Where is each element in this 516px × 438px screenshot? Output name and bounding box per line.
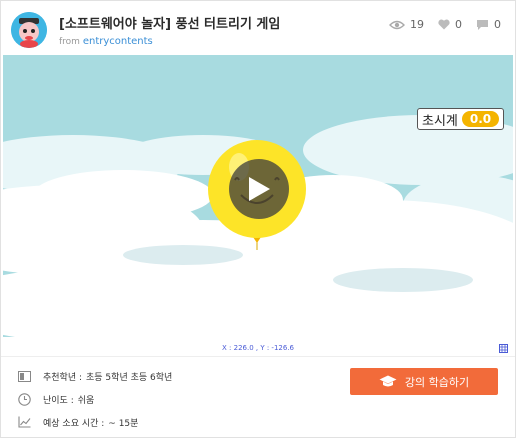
heart-icon[interactable]: [438, 19, 450, 30]
grade-value: 초등 5학년 초등 6학년: [86, 372, 173, 383]
mouse-coordinates: X : 226.0 , Y : -126.6: [222, 344, 294, 352]
difficulty-value: 쉬움: [77, 395, 95, 406]
difficulty-label: 난이도 :: [43, 395, 74, 406]
game-stage[interactable]: 초시계 0.0: [3, 55, 513, 337]
eye-icon: [389, 20, 405, 29]
time-row: 예상 소요 시간 : ~ 15분: [17, 412, 172, 432]
stats-bar: 19 0 0: [389, 18, 501, 31]
comment-icon[interactable]: [476, 19, 489, 31]
card-header: [소프트웨어야 놀자] 풍선 터트리기 게임 from entrycontent…: [1, 1, 515, 55]
grade-label: 추천학년 :: [43, 372, 83, 383]
play-icon[interactable]: [246, 175, 272, 203]
avatar[interactable]: [11, 12, 47, 48]
time-label: 예상 소요 시간 :: [43, 418, 105, 429]
difficulty-row: 난이도 : 쉬움: [17, 389, 172, 409]
timer-widget: 초시계 0.0: [417, 108, 505, 130]
view-count: 19: [389, 18, 424, 31]
author-line: from entrycontents: [59, 36, 153, 47]
grade-row: 추천학년 : 초등 5학년 초등 6학년: [17, 366, 172, 386]
from-label: from: [59, 37, 80, 47]
timer-label: 초시계: [422, 113, 458, 129]
graduation-cap-icon: [379, 375, 397, 387]
grid-icon[interactable]: [499, 344, 508, 353]
divider: [1, 356, 515, 357]
book-icon: [17, 370, 31, 382]
time-value: ~ 15분: [108, 418, 139, 429]
like-count[interactable]: 0: [438, 18, 462, 31]
project-card: [소프트웨어야 놀자] 풍선 터트리기 게임 from entrycontent…: [0, 0, 516, 438]
project-title[interactable]: [소프트웨어야 놀자] 풍선 터트리기 게임: [59, 13, 280, 32]
course-info: 추천학년 : 초등 5학년 초등 6학년 난이도 : 쉬움 예상 소요 시간 :…: [17, 366, 172, 435]
study-course-label: 강의 학습하기: [404, 375, 470, 389]
comment-count[interactable]: 0: [476, 18, 501, 31]
play-button[interactable]: [229, 159, 289, 219]
author-link[interactable]: entrycontents: [83, 36, 153, 47]
timer-value: 0.0: [461, 111, 500, 127]
clock-icon: [17, 392, 31, 406]
study-course-button[interactable]: 강의 학습하기: [350, 368, 498, 395]
chart-icon: [17, 416, 30, 428]
